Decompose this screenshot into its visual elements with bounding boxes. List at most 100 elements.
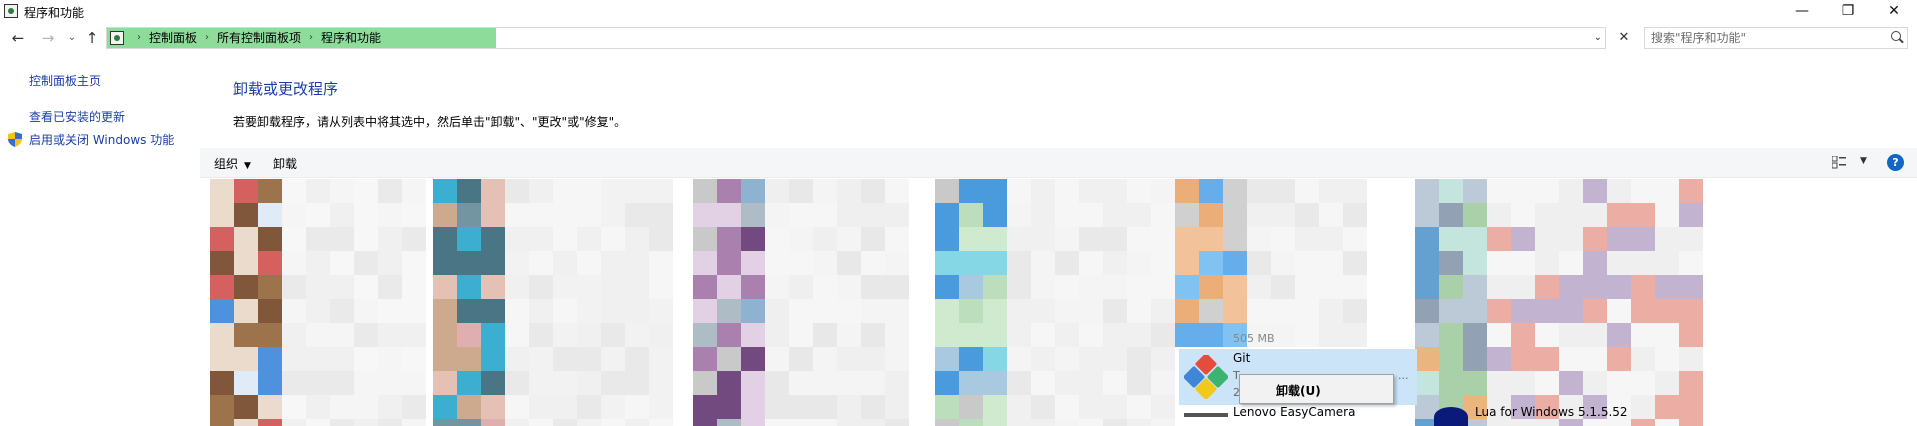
search-input[interactable] — [1651, 30, 1881, 46]
obscured-program-icon-pixel — [529, 203, 553, 227]
obscured-program-icon-pixel — [1055, 299, 1079, 323]
obscured-program-icon-pixel — [1223, 203, 1247, 227]
program-name[interactable]: Lua for Windows 5.1.5.52 — [1475, 405, 1628, 419]
obscured-program-icon-pixel — [282, 227, 306, 251]
address-bar[interactable]: › 控制面板 › 所有控制面板项 › 程序和功能 ⌄ — [106, 27, 1606, 49]
obscured-program-icon-pixel — [649, 275, 673, 299]
sidebar-link-installed-updates[interactable]: 查看已安装的更新 — [29, 108, 125, 125]
search-box[interactable] — [1644, 27, 1908, 49]
obscured-program-icon-pixel — [1199, 203, 1223, 227]
obscured-program-icon-pixel — [234, 299, 258, 323]
obscured-program-icon-pixel — [625, 395, 649, 419]
organize-button[interactable]: 组织 ▼ — [214, 155, 251, 172]
help-icon[interactable]: ? — [1887, 154, 1904, 171]
obscured-program-icon-pixel — [1583, 419, 1607, 426]
obscured-program-icon-pixel — [1103, 419, 1127, 426]
obscured-program-icon-pixel — [378, 323, 402, 347]
obscured-program-icon-pixel — [433, 227, 457, 251]
recent-locations-chevron-icon[interactable]: ⌄ — [62, 28, 82, 48]
obscured-program-icon-pixel — [234, 371, 258, 395]
obscured-program-icon-pixel — [1487, 227, 1511, 251]
obscured-program-icon-pixel — [861, 371, 885, 395]
obscured-program-icon-pixel — [1583, 371, 1607, 395]
obscured-program-icon-pixel — [717, 227, 741, 251]
obscured-program-icon-pixel — [1007, 395, 1031, 419]
obscured-program-icon-pixel — [959, 275, 983, 299]
obscured-program-icon-pixel — [234, 347, 258, 371]
obscured-program-icon-pixel — [330, 371, 354, 395]
address-clear-icon[interactable]: ✕ — [1616, 30, 1632, 46]
program-name[interactable]: Lenovo EasyCamera — [1233, 405, 1355, 419]
obscured-program-icon-pixel — [1007, 203, 1031, 227]
program-list[interactable]: 505 MB Git T 2 ... Lenovo EasyCamera Lua… — [200, 179, 1917, 426]
obscured-program-icon-pixel — [983, 275, 1007, 299]
obscured-program-icon-pixel — [1343, 179, 1367, 203]
obscured-program-icon-pixel — [601, 251, 625, 275]
address-dropdown-chevron-icon[interactable]: ⌄ — [1594, 28, 1602, 48]
obscured-program-icon-pixel — [306, 275, 330, 299]
obscured-program-icon-pixel — [1007, 275, 1031, 299]
minimize-button[interactable]: — — [1779, 0, 1825, 24]
obscured-program-icon-pixel — [1295, 179, 1319, 203]
obscured-program-icon-pixel — [837, 251, 861, 275]
obscured-program-icon-pixel — [577, 251, 601, 275]
obscured-program-icon-pixel — [1559, 203, 1583, 227]
search-icon[interactable] — [1891, 31, 1901, 41]
restore-button[interactable]: ❐ — [1825, 0, 1871, 24]
obscured-program-icon-pixel — [1127, 347, 1151, 371]
obscured-program-icon-pixel — [433, 203, 457, 227]
change-view-icon[interactable] — [1832, 156, 1846, 169]
obscured-program-icon-pixel — [529, 323, 553, 347]
obscured-program-icon-pixel — [983, 371, 1007, 395]
obscured-program-icon-pixel — [234, 251, 258, 275]
obscured-program-icon-pixel — [885, 347, 909, 371]
obscured-program-icon-pixel — [402, 203, 426, 227]
obscured-program-icon-pixel — [1463, 227, 1487, 251]
obscured-program-icon-pixel — [959, 203, 983, 227]
obscured-program-icon-pixel — [354, 299, 378, 323]
obscured-program-icon-pixel — [258, 251, 282, 275]
obscured-program-icon-pixel — [577, 227, 601, 251]
obscured-program-icon-pixel — [837, 299, 861, 323]
obscured-program-icon-pixel — [1103, 251, 1127, 275]
view-options-caret-icon[interactable]: ▼ — [1860, 156, 1867, 166]
obscured-program-icon-pixel — [717, 419, 741, 426]
obscured-program-icon-pixel — [210, 203, 234, 227]
obscured-program-icon-pixel — [1535, 347, 1559, 371]
sidebar-link-windows-features[interactable]: 启用或关闭 Windows 功能 — [29, 131, 174, 148]
obscured-program-icon-pixel — [1055, 179, 1079, 203]
uninstall-button[interactable]: 卸载 — [273, 155, 297, 172]
back-arrow-icon[interactable]: ← — [8, 28, 28, 48]
close-button[interactable]: ✕ — [1871, 0, 1917, 24]
obscured-program-icon-pixel — [1631, 299, 1655, 323]
obscured-program-icon-pixel — [1103, 203, 1127, 227]
obscured-program-icon-pixel — [553, 203, 577, 227]
obscured-program-icon-pixel — [1679, 395, 1703, 419]
obscured-program-icon-pixel — [1055, 323, 1079, 347]
sidebar-link-control-panel-home[interactable]: 控制面板主页 — [29, 72, 101, 89]
obscured-program-icon-pixel — [1055, 227, 1079, 251]
obscured-program-icon-pixel — [1031, 203, 1055, 227]
obscured-program-icon-pixel — [813, 371, 837, 395]
obscured-program-icon-pixel — [601, 299, 625, 323]
obscured-program-icon-pixel — [1463, 251, 1487, 275]
obscured-program-icon-pixel — [505, 251, 529, 275]
forward-arrow-icon[interactable]: → — [38, 28, 58, 48]
obscured-program-icon-pixel — [282, 323, 306, 347]
obscured-program-icon-pixel — [1151, 227, 1175, 251]
obscured-program-icon-pixel — [505, 299, 529, 323]
breadcrumb-item[interactable]: 控制面板 — [149, 28, 197, 48]
obscured-program-icon-pixel — [1295, 251, 1319, 275]
obscured-program-icon-pixel — [1655, 179, 1679, 203]
obscured-program-icon-pixel — [210, 323, 234, 347]
breadcrumb-item[interactable]: 程序和功能 — [321, 28, 381, 48]
obscured-program-icon-pixel — [1151, 395, 1175, 419]
breadcrumb-item[interactable]: 所有控制面板项 — [217, 28, 301, 48]
obscured-program-icon-pixel — [789, 299, 813, 323]
obscured-program-icon-pixel — [258, 203, 282, 227]
obscured-program-icon-pixel — [1319, 299, 1343, 323]
obscured-program-icon-pixel — [505, 371, 529, 395]
up-arrow-icon[interactable]: ↑ — [82, 28, 102, 48]
context-menu-uninstall[interactable]: 卸载(U) — [1276, 382, 1321, 399]
obscured-program-icon-pixel — [330, 395, 354, 419]
